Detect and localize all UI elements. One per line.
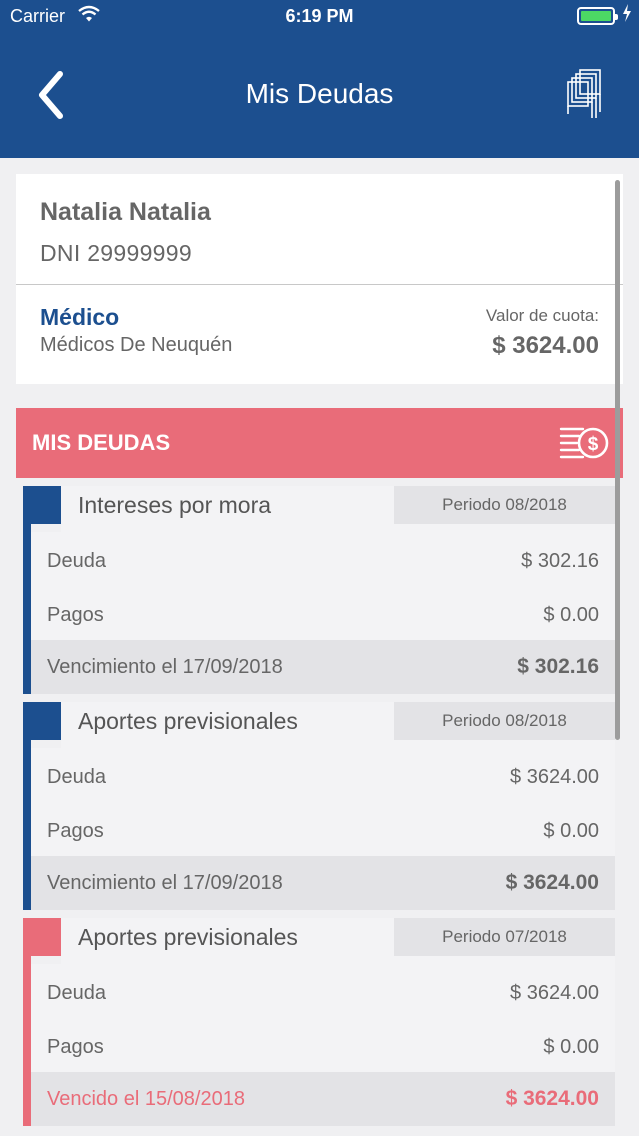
debt-body: Deuda $ 3624.00 Pagos $ 0.00 [31, 748, 615, 856]
profile-organization: Médicos De Neuquén [40, 334, 233, 356]
deuda-value: $ 3624.00 [510, 766, 599, 788]
deudas-section-title: MIS DEUDAS [32, 430, 171, 455]
pagos-label: Pagos [47, 1036, 104, 1058]
scrollbar[interactable] [615, 180, 620, 740]
debt-status-bar [23, 702, 31, 910]
debt-status-bar [23, 486, 31, 694]
pagos-label: Pagos [47, 820, 104, 842]
status-time: 6:19 PM [285, 6, 354, 26]
debt-status-marker [31, 918, 61, 956]
deuda-label: Deuda [47, 766, 106, 788]
debt-periodo: Periodo 08/2018 [394, 486, 615, 524]
charging-icon [622, 4, 632, 27]
debt-card[interactable]: Aportes previsionales Periodo 07/2018 De… [23, 918, 615, 1126]
debt-concept: Aportes previsionales [78, 708, 298, 734]
profile-card: Natalia Natalia DNI 29999999 Médico Médi… [16, 174, 623, 384]
cuota-value: $ 3624.00 [492, 332, 599, 359]
debt-periodo: Periodo 07/2018 [394, 918, 615, 956]
pagos-value: $ 0.00 [543, 1036, 599, 1058]
vencimiento-total: $ 302.16 [517, 655, 599, 678]
status-bar: Carrier 6:19 PM [0, 0, 639, 34]
debt-card[interactable]: Intereses por mora Periodo 08/2018 Deuda… [23, 486, 615, 694]
money-list-icon: $ [559, 422, 609, 464]
vencimiento-label: Vencimiento el 17/09/2018 [47, 656, 283, 678]
debt-concept: Intereses por mora [78, 492, 272, 518]
debt-status-marker [31, 486, 61, 524]
debt-footer: Vencido el 15/08/2018 $ 3624.00 [31, 1072, 615, 1126]
deuda-label: Deuda [47, 982, 106, 1004]
institution-logo-icon[interactable] [567, 68, 603, 120]
debt-periodo: Periodo 08/2018 [394, 702, 615, 740]
pagos-value: $ 0.00 [543, 820, 599, 842]
svg-text:$: $ [588, 434, 599, 455]
debt-footer: Vencimiento el 17/09/2018 $ 3624.00 [31, 856, 615, 910]
debt-body: Deuda $ 302.16 Pagos $ 0.00 [31, 532, 615, 640]
debt-status-bar [23, 918, 31, 1126]
debt-card[interactable]: Aportes previsionales Periodo 08/2018 De… [23, 702, 615, 910]
deuda-value: $ 3624.00 [510, 982, 599, 1004]
vencimiento-total: $ 3624.00 [505, 871, 599, 894]
debt-footer: Vencimiento el 17/09/2018 $ 302.16 [31, 640, 615, 694]
profile-name: Natalia Natalia [40, 198, 211, 226]
debt-concept: Aportes previsionales [78, 924, 298, 950]
battery-icon [577, 7, 618, 25]
deuda-value: $ 302.16 [521, 550, 599, 572]
vencido-label: Vencido el 15/08/2018 [47, 1088, 245, 1110]
profile-divider [16, 284, 623, 285]
app-header: Carrier 6:19 PM Mis Deudas [0, 0, 639, 158]
vencido-total: $ 3624.00 [505, 1087, 599, 1110]
pagos-value: $ 0.00 [543, 604, 599, 626]
debt-status-marker [31, 702, 61, 740]
vencimiento-label: Vencimiento el 17/09/2018 [47, 872, 283, 894]
deuda-label: Deuda [47, 550, 106, 572]
pagos-label: Pagos [47, 604, 104, 626]
cuota-label: Valor de cuota: [485, 306, 599, 325]
page-title: Mis Deudas [245, 78, 394, 109]
profile-dni: DNI 29999999 [40, 240, 192, 266]
profile-role: Médico [40, 304, 120, 330]
debt-body: Deuda $ 3624.00 Pagos $ 0.00 [31, 964, 615, 1072]
deudas-section-header: MIS DEUDAS $ [16, 408, 623, 478]
